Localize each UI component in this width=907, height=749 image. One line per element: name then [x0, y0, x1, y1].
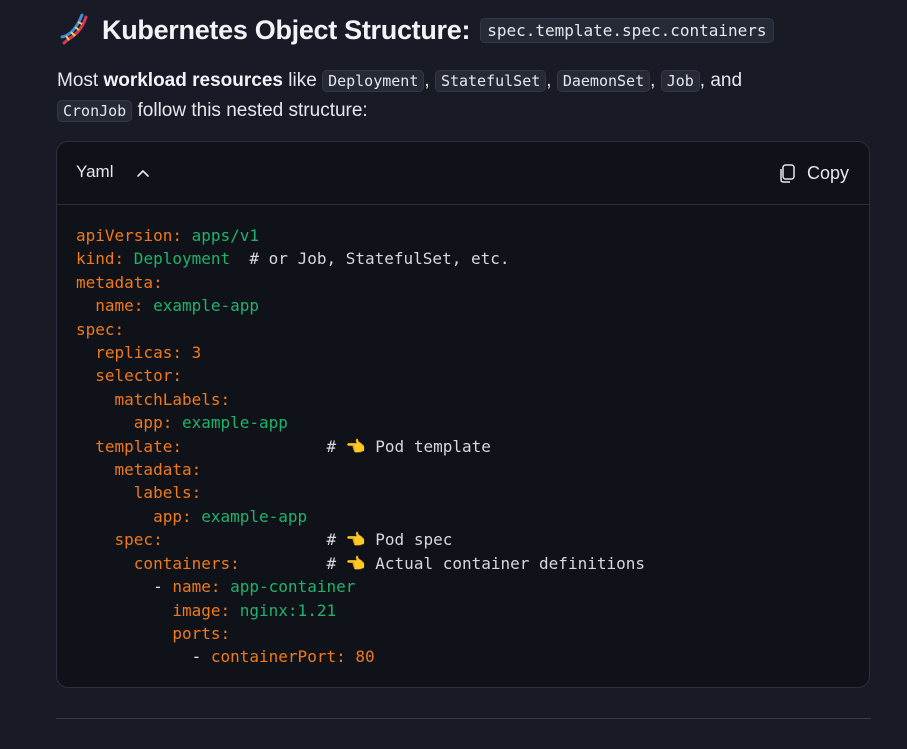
- code-token: app:: [76, 506, 192, 526]
- resource-code: DaemonSet: [556, 70, 651, 92]
- code-line: replicas: 3: [76, 341, 645, 364]
- code-line: spec: # 👈 Pod spec: [76, 528, 645, 551]
- code-token: name:: [76, 296, 144, 316]
- resource-code: Job: [660, 70, 700, 92]
- code-language-label: Yaml: [76, 162, 114, 181]
- code-token: ports:: [76, 623, 231, 643]
- intro-text: like: [282, 70, 323, 91]
- code-token: spec:: [76, 530, 163, 550]
- code-token: containers:: [76, 553, 240, 573]
- code-line: labels:: [76, 481, 645, 504]
- intro-separator: ,: [546, 70, 557, 91]
- code-line: app: example-app: [76, 411, 645, 434]
- code-line: metadata:: [76, 271, 645, 294]
- code-token: 80: [345, 647, 375, 667]
- chevron-up-icon[interactable]: [135, 165, 151, 181]
- intro-text: follow this nested structure:: [132, 100, 368, 121]
- code-token: 3: [181, 343, 202, 363]
- code-token: labels:: [76, 483, 202, 503]
- code-token: example-app: [143, 296, 260, 316]
- code-token: app-container: [220, 577, 356, 597]
- dna-icon: [58, 13, 92, 47]
- code-token: example-app: [191, 506, 308, 526]
- code-token: containerPort:: [210, 647, 346, 667]
- intro-separator: ,: [424, 70, 435, 91]
- code-token: kind:: [76, 249, 125, 269]
- copy-button[interactable]: Copy: [779, 158, 849, 188]
- code-token: name:: [172, 577, 221, 597]
- code-token: apps/v1: [181, 226, 260, 245]
- code-line: ports:: [76, 622, 645, 645]
- code-block-header: Yaml Copy: [57, 142, 869, 205]
- code-token: # or Job, StatefulSet, etc.: [230, 249, 510, 269]
- code-block: Yaml Copy apiVersion: apps/v1 kind: Deplo…: [56, 141, 870, 688]
- code-line: name: example-app: [76, 294, 645, 317]
- code-line: selector:: [76, 364, 645, 387]
- code-line: containers: # 👈 Actual container definit…: [76, 552, 645, 575]
- resource-code: Deployment: [322, 70, 425, 92]
- code-token: spec:: [76, 319, 125, 339]
- copy-icon: [779, 163, 795, 183]
- code-token: nginx:1.21: [230, 600, 337, 620]
- heading-code: spec.template.spec.containers: [480, 17, 774, 43]
- divider: [56, 718, 871, 719]
- section-heading: Kubernetes Object Structure: spec.templa…: [58, 10, 774, 50]
- code-token: apiVersion:: [76, 226, 182, 245]
- code-token: image:: [76, 600, 231, 620]
- code-line: template: # 👈 Pod template: [76, 435, 645, 458]
- code-token: app:: [76, 413, 173, 433]
- code-token: -: [76, 577, 173, 597]
- page-title: Kubernetes Object Structure:: [102, 14, 471, 45]
- code-content: apiVersion: apps/v1 kind: Deployment # or…: [76, 224, 645, 669]
- intro-bold: workload resources: [103, 70, 283, 91]
- resource-code: StatefulSet: [434, 70, 547, 92]
- code-token: metadata:: [76, 460, 202, 480]
- code-line: metadata:: [76, 458, 645, 481]
- code-line: - containerPort: 80: [76, 645, 645, 668]
- copy-label: Copy: [806, 162, 849, 183]
- code-token: # 👈 Pod template: [181, 436, 491, 456]
- code-token: matchLabels:: [76, 389, 231, 409]
- intro-paragraph: Most workload resources like Deployment,…: [57, 66, 847, 126]
- code-token: metadata:: [76, 272, 163, 292]
- code-line: app: example-app: [76, 505, 645, 528]
- code-line: matchLabels:: [76, 388, 645, 411]
- code-line: - name: app-container: [76, 575, 645, 598]
- code-token: # 👈 Actual container definitions: [239, 553, 645, 573]
- code-token: template:: [76, 436, 182, 456]
- resource-code: CronJob: [57, 100, 133, 122]
- code-token: # 👈 Pod spec: [162, 530, 453, 550]
- code-token: example-app: [172, 413, 288, 433]
- code-token: -: [76, 647, 211, 667]
- intro-text: Most: [57, 70, 104, 91]
- code-line: kind: Deployment # or Job, StatefulSet, …: [76, 247, 645, 270]
- code-line: image: nginx:1.21: [76, 599, 645, 622]
- code-line: spec:: [76, 318, 645, 341]
- chat-page: Kubernetes Object Structure: spec.templa…: [0, 0, 907, 749]
- code-line: apiVersion: apps/v1: [76, 224, 645, 247]
- intro-separator: ,: [650, 70, 661, 91]
- code-token: selector:: [76, 366, 182, 386]
- code-token: Deployment: [124, 249, 231, 269]
- code-token: replicas:: [76, 343, 182, 363]
- intro-separator: , and: [699, 70, 743, 91]
